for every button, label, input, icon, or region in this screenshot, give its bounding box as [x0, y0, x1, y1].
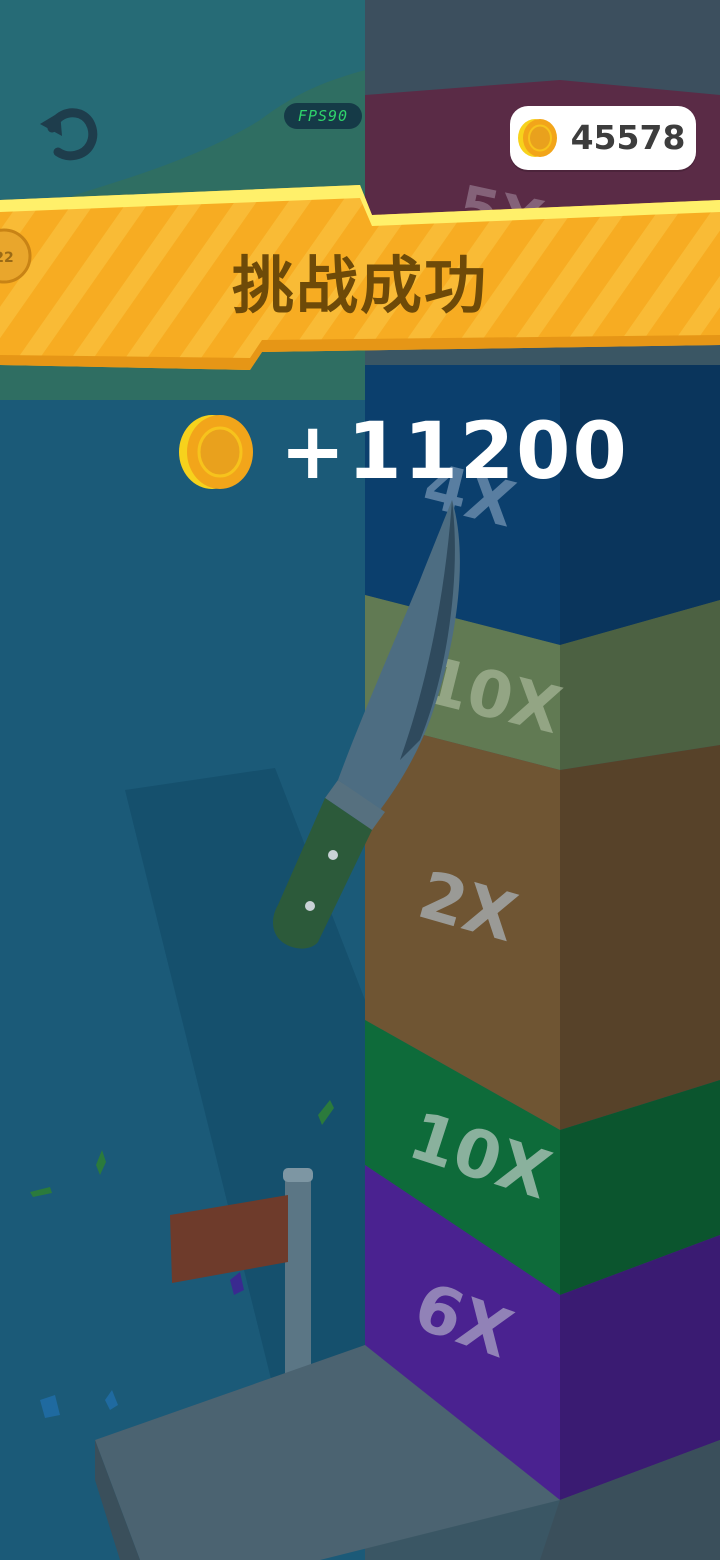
game-scene: 5X 4X 10X 2X 10X 6X [0, 0, 720, 1560]
fps-counter: FPS90 [284, 103, 362, 129]
coin-total-value: 45578 [570, 118, 686, 157]
reward-display: +11200 [176, 404, 627, 500]
banner-title: 挑战成功 [231, 249, 488, 322]
undo-icon [40, 108, 98, 161]
coin-icon [518, 119, 557, 157]
coin-icon [179, 415, 253, 489]
reward-amount: +11200 [280, 407, 629, 497]
undo-button[interactable] [34, 98, 106, 170]
coin-total-display: 45578 [510, 106, 696, 170]
